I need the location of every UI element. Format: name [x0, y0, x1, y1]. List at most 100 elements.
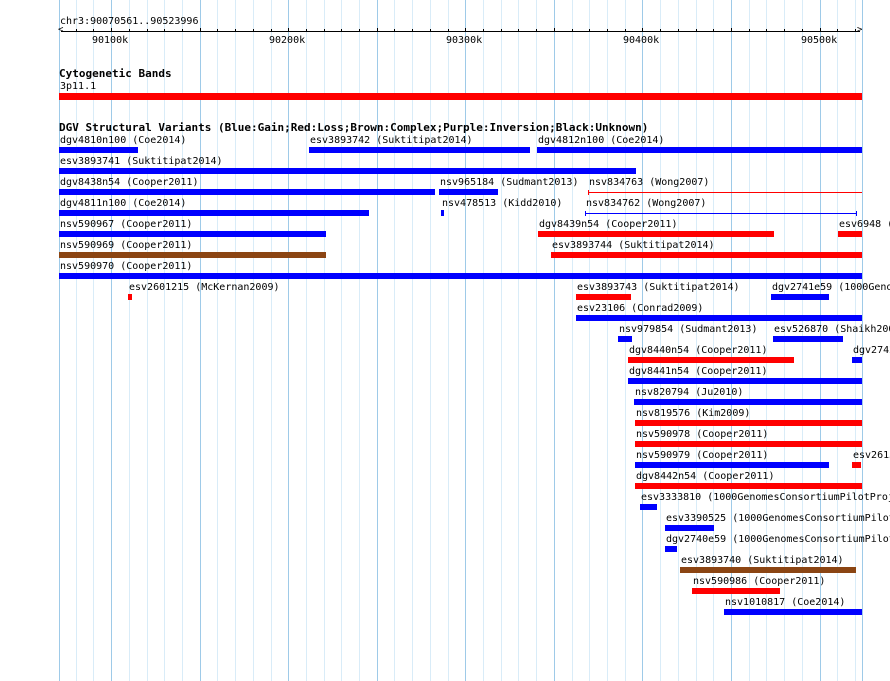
feature-bar[interactable]	[773, 336, 843, 342]
feature-label: dgv4810n100 (Coe2014)	[60, 135, 187, 146]
ruler-tick	[536, 29, 537, 31]
ruler-tick	[784, 29, 785, 31]
feature-label: esv3893741 (Suktitipat2014)	[60, 156, 223, 167]
grid-line	[501, 0, 502, 681]
feature-bar[interactable]	[680, 567, 856, 573]
feature-bar[interactable]	[551, 252, 862, 258]
feature-label: esv23106 (Conrad2009)	[577, 303, 704, 314]
feature-bar[interactable]	[128, 294, 132, 300]
ruler-tick	[217, 29, 218, 31]
feature-label: dgv8441n54 (Cooper2011)	[629, 366, 768, 377]
ruler-tick	[271, 29, 272, 31]
grid-line	[235, 0, 236, 681]
grid-line	[394, 0, 395, 681]
ruler-tick	[306, 29, 307, 31]
feature-bar[interactable]	[59, 273, 862, 279]
ruler-tick	[253, 29, 254, 31]
ruler-tick	[501, 29, 502, 31]
feature-bar[interactable]	[59, 168, 636, 174]
feature-bar[interactable]	[59, 189, 435, 195]
feature-bar[interactable]	[635, 420, 862, 426]
feature-label: nsv965184 (Sudmant2013)	[440, 177, 579, 188]
grid-line	[253, 0, 254, 681]
feature-label: dgv8439n54 (Cooper2011)	[539, 219, 678, 230]
feature-bar[interactable]	[628, 357, 794, 363]
feature-label: esv3390525 (1000GenomesConsortiumPilotPr…	[666, 513, 890, 524]
feature-bar[interactable]	[634, 399, 862, 405]
grid-line	[76, 0, 77, 681]
feature-bar[interactable]	[628, 378, 862, 384]
feature-bar[interactable]	[441, 210, 444, 216]
feature-bar[interactable]	[309, 147, 530, 153]
feature-line[interactable]	[585, 213, 856, 214]
cytoband-track-title: Cytogenetic Bands	[59, 67, 172, 80]
grid-line	[288, 0, 289, 681]
feature-bar[interactable]	[59, 147, 138, 153]
feature-bar[interactable]	[59, 252, 326, 258]
feature-bar[interactable]	[852, 357, 862, 363]
feature-label: nsv834763 (Wong2007)	[589, 177, 710, 188]
ruler-tick	[377, 28, 378, 32]
feature-label: esv3893742 (Suktitipat2014)	[310, 135, 473, 146]
feature-bar[interactable]	[838, 231, 862, 237]
ruler-left-arrow-icon: <	[58, 25, 64, 35]
ruler-tick	[518, 29, 519, 31]
feature-bar[interactable]	[538, 231, 774, 237]
feature-bar[interactable]	[59, 210, 369, 216]
feature-line[interactable]	[588, 192, 862, 193]
feature-bar[interactable]	[635, 441, 862, 447]
ruler-tick	[713, 29, 714, 31]
feature-bar[interactable]	[537, 147, 862, 153]
grid-line	[324, 0, 325, 681]
feature-bar[interactable]	[771, 294, 829, 300]
ruler-tick	[678, 29, 679, 31]
ruler-tick	[359, 29, 360, 31]
feature-label: dgv4811n100 (Coe2014)	[60, 198, 187, 209]
feature-label: dgv2740e59 (1000GenomesConsortiumPilotPr…	[666, 534, 890, 545]
ruler-tick	[642, 28, 643, 32]
feature-label: dgv8440n54 (Cooper2011)	[629, 345, 768, 356]
grid-line	[200, 0, 201, 681]
ruler-tick	[572, 29, 573, 31]
feature-bar[interactable]	[665, 546, 677, 552]
feature-label: nsv834762 (Wong2007)	[586, 198, 707, 209]
feature-bar[interactable]	[59, 231, 326, 237]
feature-label: esv3893740 (Suktitipat2014)	[681, 555, 844, 566]
grid-line	[642, 0, 643, 681]
feature-label: dgv8442n54 (Cooper2011)	[636, 471, 775, 482]
ruler-right-arrow-icon: >	[857, 25, 863, 35]
ruler-tick	[607, 29, 608, 31]
ruler-tick	[749, 29, 750, 31]
feature-label: dgv2741e59 (1000GenomesConsortiumPilotPr…	[772, 282, 890, 293]
ruler-tick	[483, 29, 484, 31]
feature-cap	[588, 190, 589, 195]
grid-line	[678, 0, 679, 681]
grid-line	[536, 0, 537, 681]
feature-label: nsv590979 (Cooper2011)	[636, 450, 769, 461]
grid-line	[412, 0, 413, 681]
cytoband-bar[interactable]	[59, 93, 862, 100]
ruler-tick-label: 90400k	[623, 35, 660, 46]
feature-bar[interactable]	[724, 609, 862, 615]
ruler-tick	[111, 28, 112, 32]
feature-bar[interactable]	[852, 462, 861, 468]
feature-bar[interactable]	[576, 315, 862, 321]
grid-line	[855, 0, 856, 681]
feature-bar[interactable]	[576, 294, 631, 300]
feature-bar[interactable]	[635, 483, 862, 489]
feature-bar[interactable]	[640, 504, 657, 510]
feature-bar[interactable]	[635, 462, 829, 468]
feature-label: dgv8438n54 (Cooper2011)	[60, 177, 199, 188]
feature-bar[interactable]	[618, 336, 632, 342]
feature-bar[interactable]	[692, 588, 780, 594]
grid-line	[465, 0, 466, 681]
dgv-track-title: DGV Structural Variants (Blue:Gain;Red:L…	[59, 121, 649, 134]
grid-line	[607, 0, 608, 681]
ruler-tick	[625, 29, 626, 31]
grid-line	[217, 0, 218, 681]
feature-bar[interactable]	[439, 189, 498, 195]
feature-label: esv3893743 (Suktitipat2014)	[577, 282, 740, 293]
feature-bar[interactable]	[665, 525, 714, 531]
grid-line	[359, 0, 360, 681]
ruler-tick	[837, 29, 838, 31]
